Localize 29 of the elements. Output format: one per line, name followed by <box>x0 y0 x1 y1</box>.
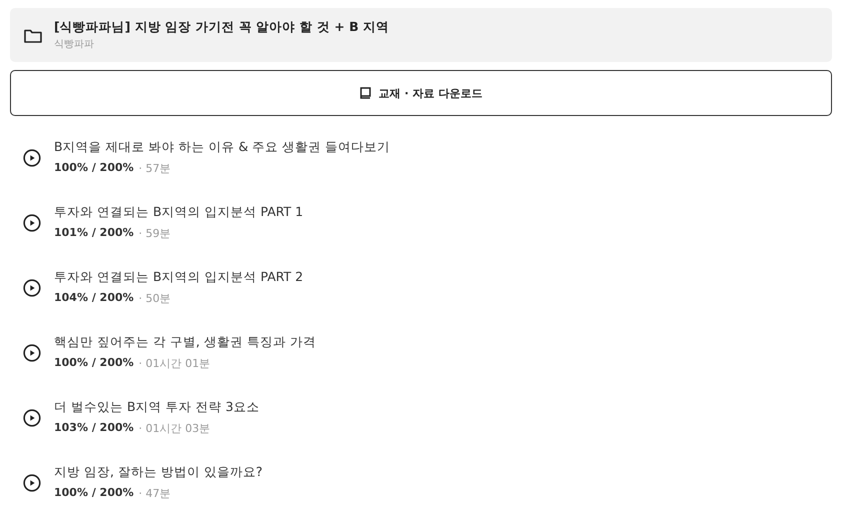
play-icon[interactable] <box>23 474 41 492</box>
lesson-title[interactable]: 투자와 연결되는 B지역의 입지분석 PART 1 <box>54 204 304 221</box>
lesson-title[interactable]: 더 벌수있는 B지역 투자 전략 3요소 <box>54 399 260 416</box>
play-icon[interactable] <box>23 408 41 426</box>
play-icon[interactable] <box>23 344 41 362</box>
author-name: 식빵파파 <box>54 38 95 51</box>
progress-text: 100% / 200% <box>54 356 134 371</box>
duration-text: · 01시간 03분 <box>138 421 210 436</box>
play-icon[interactable] <box>23 278 41 296</box>
folder-icon <box>24 28 42 42</box>
play-icon[interactable] <box>23 214 41 232</box>
duration-text: · 59분 <box>138 226 171 241</box>
progress-text: 100% / 200% <box>54 486 134 501</box>
duration-text: · 57분 <box>138 161 171 176</box>
book-icon <box>360 87 371 99</box>
course-title: [식빵파파님] 지방 임장 가기전 꼭 알아야 할 것 + B 지역 <box>54 19 389 36</box>
lesson-title[interactable]: 핵심만 짚어주는 각 구별, 생활권 특징과 가격 <box>54 334 316 351</box>
download-button[interactable]: 교재 · 자료 다운로드 <box>10 70 832 116</box>
play-icon[interactable] <box>23 148 41 166</box>
lesson-title[interactable]: 투자와 연결되는 B지역의 입지분석 PART 2 <box>54 269 304 286</box>
duration-text: · 50분 <box>138 291 171 306</box>
duration-text: · 01시간 01분 <box>138 356 210 371</box>
progress-text: 101% / 200% <box>54 226 134 241</box>
progress-text: 100% / 200% <box>54 161 134 176</box>
progress-text: 103% / 200% <box>54 421 134 436</box>
progress-text: 104% / 200% <box>54 291 134 306</box>
lesson-title[interactable]: 지방 임장, 잘하는 방법이 있을까요? <box>54 464 263 481</box>
lesson-title[interactable]: B지역을 제대로 봐야 하는 이유 & 주요 생활권 들여다보기 <box>54 139 390 156</box>
duration-text: · 47분 <box>138 486 171 501</box>
